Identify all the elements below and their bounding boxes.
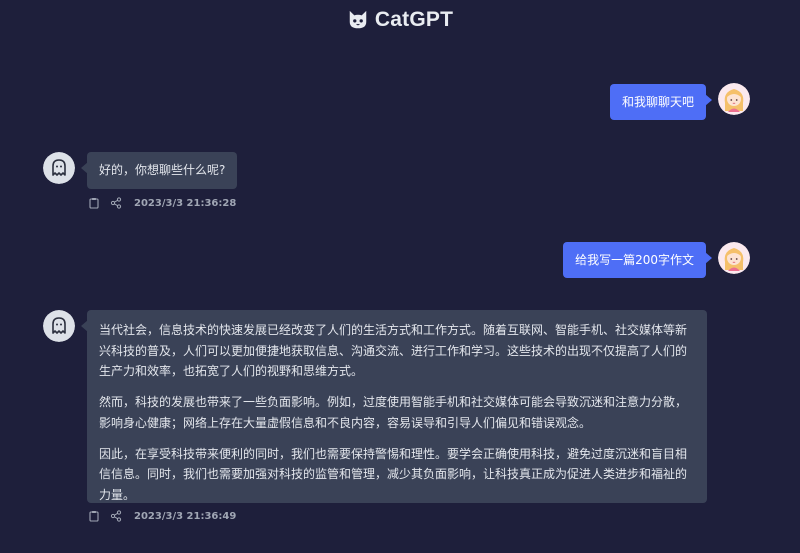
message-meta: 2023/3/3 21:36:49: [88, 510, 236, 522]
chat-app: CatGPT 和我聊聊天吧 好的，你想聊些什么呢? 2023/3/3 21:36…: [0, 0, 800, 553]
bot-message-bubble: 当代社会，信息技术的快速发展已经改变了人们的生活方式和工作方式。随着互联网、智能…: [81, 310, 707, 503]
essay-paragraph-3: 因此，在享受科技带来便利的同时，我们也需要保持警惕和理性。要学会正确使用科技，避…: [99, 446, 688, 502]
bot-message-bubble: 好的，你想聊些什么呢?: [80, 152, 238, 189]
clipboard-icon[interactable]: [88, 197, 100, 209]
message-timestamp: 2023/3/3 21:36:28: [134, 197, 237, 209]
ghost-avatar-icon: [43, 152, 75, 184]
share-icon[interactable]: [110, 197, 122, 209]
cat-logo-icon: [347, 9, 369, 31]
essay-paragraph-2: 然而，科技的发展也带来了一些负面影响。例如，过度使用智能手机和社交媒体可能会导致…: [99, 395, 688, 430]
bot-message-text: 好的，你想聊些什么呢?: [99, 163, 226, 177]
essay-paragraph-1: 当代社会，信息技术的快速发展已经改变了人们的生活方式和工作方式。随着互联网、智能…: [99, 323, 688, 378]
app-header: CatGPT: [0, 6, 800, 34]
ghost-avatar-icon: [43, 310, 75, 342]
girl-avatar-icon: [718, 83, 750, 115]
user-message-bubble: 和我聊聊天吧: [609, 84, 713, 120]
user-message-text: 和我聊聊天吧: [621, 95, 694, 109]
user-message-bubble: 给我写一篇200字作文: [563, 242, 712, 278]
message-timestamp: 2023/3/3 21:36:49: [134, 510, 237, 522]
girl-avatar-icon: [718, 242, 750, 274]
share-icon[interactable]: [110, 510, 122, 522]
user-message-text: 给我写一篇200字作文: [575, 253, 694, 267]
app-title: CatGPT: [374, 8, 454, 31]
message-meta: 2023/3/3 21:36:28: [88, 197, 236, 209]
clipboard-icon[interactable]: [88, 510, 100, 522]
